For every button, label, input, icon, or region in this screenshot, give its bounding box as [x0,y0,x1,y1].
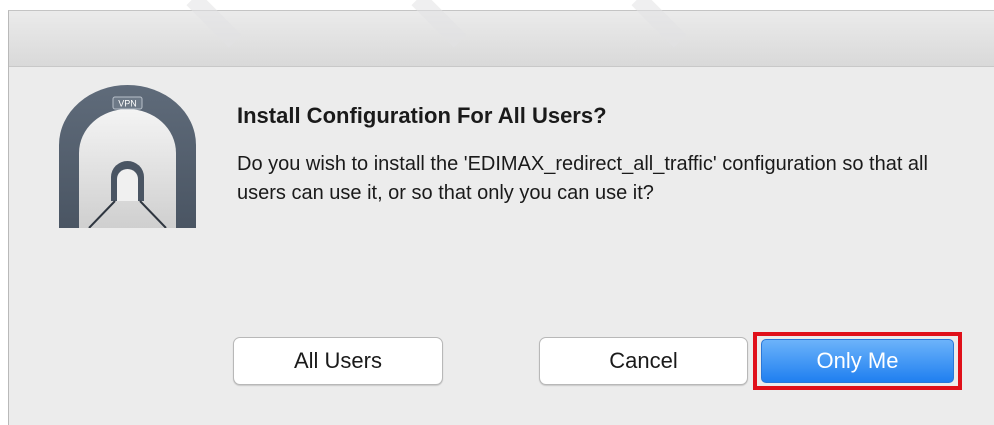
dialog-titlebar[interactable] [9,11,994,67]
cancel-button[interactable]: Cancel [539,337,748,385]
vpn-sign-label: VPN [118,99,137,109]
dialog-message: Do you wish to install the 'EDIMAX_redir… [237,153,928,204]
screenshot: VPN Install Configuration For All Users?… [0,0,994,425]
all-users-button[interactable]: All Users [233,337,443,385]
only-me-button[interactable]: Only Me [761,339,954,383]
dialog-title: Install Configuration For All Users? [237,103,607,128]
vpn-tunnel-icon: VPN [55,83,200,229]
